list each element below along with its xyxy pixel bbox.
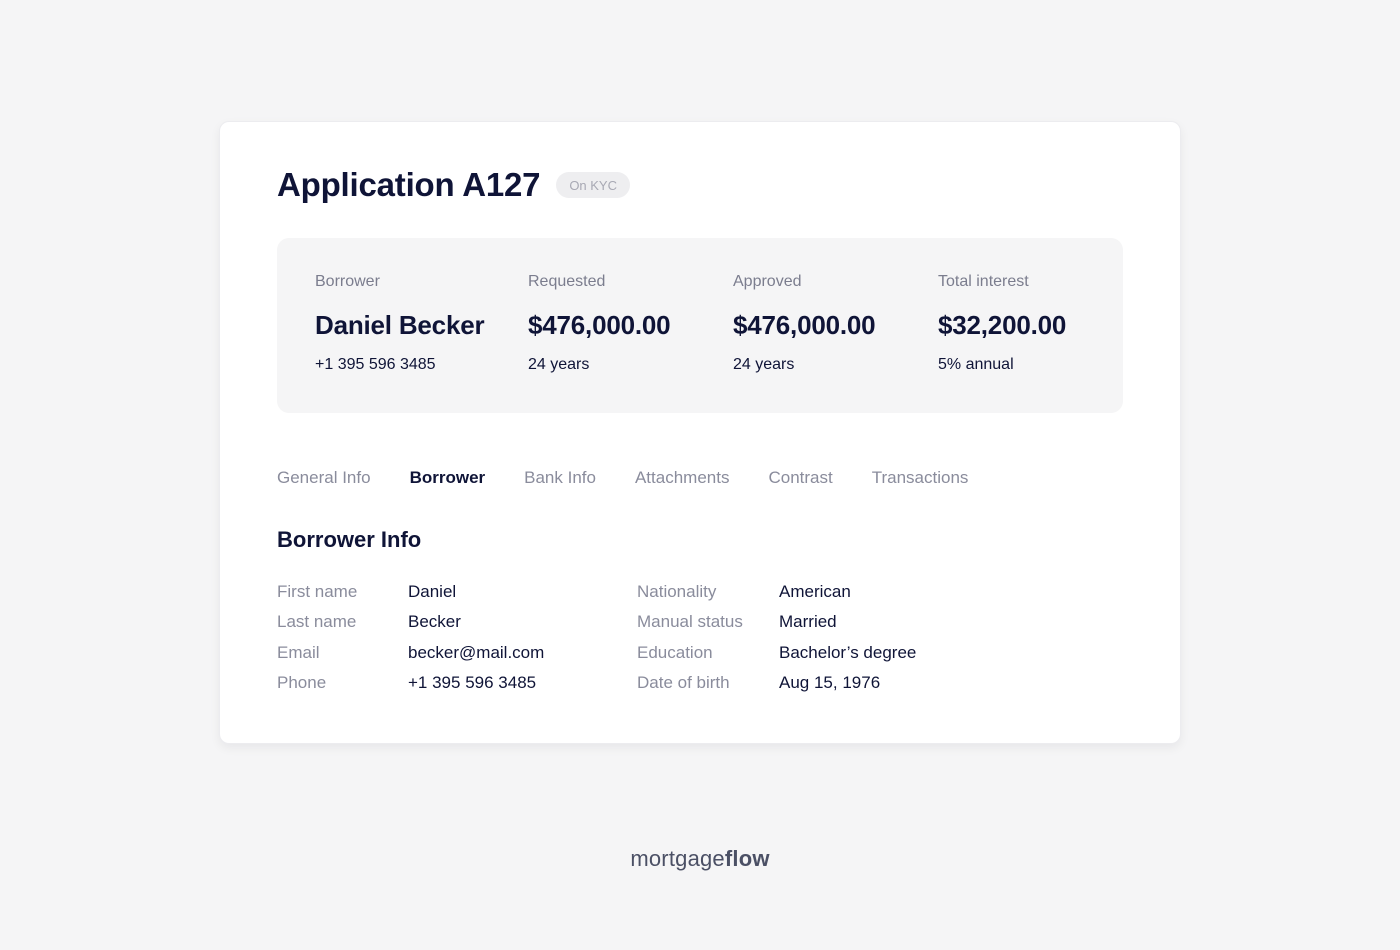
summary-sub: 5% annual [938,356,1014,373]
brand-logo: mortgageflow [0,846,1400,872]
summary-sub: 24 years [733,356,795,373]
section-title: Borrower Info [277,527,422,552]
info-value: American [779,582,851,602]
summary-value: Daniel Becker [315,310,485,340]
info-row: Phone +1 395 596 3485 [277,668,544,698]
application-card: Application A127 On KYC Borrower Daniel … [219,121,1181,744]
summary-value: $476,000.00 [528,310,671,340]
info-row: Last name Becker [277,607,544,637]
tab-transactions[interactable]: Transactions [872,467,969,489]
info-value: becker@mail.com [408,642,545,662]
info-row: Manual status Married [637,607,916,637]
summary-sub: 24 years [528,356,590,373]
brand-regular: mortgage [630,846,725,871]
info-value: Daniel [408,582,457,602]
info-label: First name [277,582,358,602]
summary-sub: +1 395 596 3485 [315,356,436,373]
info-value: Married [779,612,837,632]
tab-bar: General Info Borrower Bank Info Attachme… [277,467,1007,489]
summary-label: Approved [733,273,802,290]
info-row: First name Daniel [277,577,544,607]
info-label: Manual status [637,612,743,632]
borrower-info-right: Nationality American Manual status Marri… [637,577,916,698]
info-label: Phone [277,673,327,693]
summary-requested: Requested $476,000.00 24 years [528,272,671,375]
info-row: Date of birth Aug 15, 1976 [637,668,916,698]
summary-label: Total interest [938,273,1029,290]
info-label: Email [277,642,320,662]
tab-general-info[interactable]: General Info [277,467,371,489]
summary-approved: Approved $476,000.00 24 years [733,272,876,375]
info-label: Education [637,642,713,662]
info-value: +1 395 596 3485 [408,673,537,693]
info-value: Bachelor’s degree [779,642,917,662]
status-badge: On KYC [556,172,630,198]
tab-contrast[interactable]: Contrast [768,467,832,489]
brand-bold: flow [724,846,770,871]
info-label: Date of birth [637,673,730,693]
info-value: Becker [408,612,461,632]
tab-attachments[interactable]: Attachments [635,467,730,489]
summary-panel: Borrower Daniel Becker +1 395 596 3485 R… [277,238,1123,413]
tab-borrower[interactable]: Borrower [410,467,486,489]
summary-total-interest: Total interest $32,200.00 5% annual [938,272,1066,375]
info-label: Last name [277,612,357,632]
borrower-info-left: First name Daniel Last name Becker Email… [277,577,544,698]
summary-value: $476,000.00 [733,310,876,340]
info-row: Email becker@mail.com [277,638,544,668]
info-label: Nationality [637,582,717,602]
info-row: Education Bachelor’s degree [637,638,916,668]
summary-value: $32,200.00 [938,310,1067,340]
tab-bank-info[interactable]: Bank Info [524,467,596,489]
page-title: Application A127 [277,166,541,203]
info-value: Aug 15, 1976 [779,673,881,693]
summary-borrower: Borrower Daniel Becker +1 395 596 3485 [315,272,485,375]
title-row: Application A127 On KYC [277,166,630,204]
info-row: Nationality American [637,577,916,607]
summary-label: Requested [528,273,606,290]
summary-label: Borrower [315,273,380,290]
